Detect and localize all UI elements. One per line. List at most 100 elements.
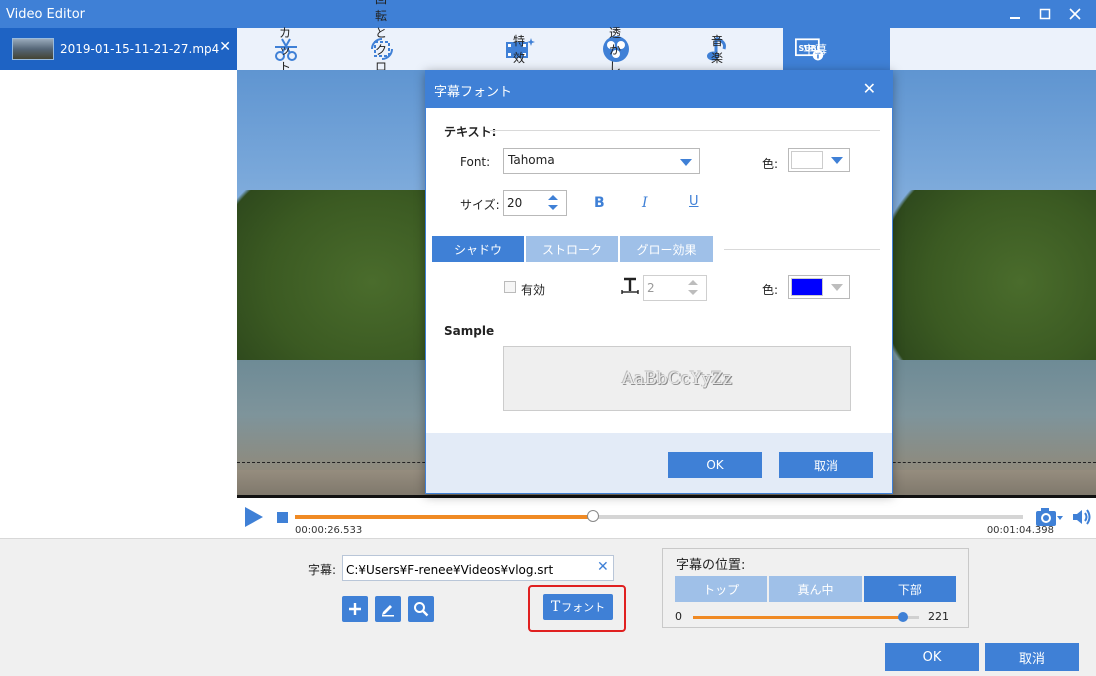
font-label: Font: <box>460 155 491 169</box>
playback-bar: 00:00:26.533 00:01:04.398 <box>237 498 1096 538</box>
dialog-ok-button[interactable]: OK <box>668 452 762 478</box>
position-slider-knob[interactable] <box>898 612 909 622</box>
edit-subtitle-button[interactable] <box>375 596 401 622</box>
italic-button[interactable]: I <box>642 195 648 211</box>
window-controls <box>1000 0 1090 28</box>
increment-icon[interactable] <box>688 280 698 285</box>
tool-cut[interactable]: カット <box>271 26 301 74</box>
bold-button[interactable]: B <box>594 195 605 211</box>
position-bottom-tab[interactable]: 下部 <box>863 576 956 602</box>
add-subtitle-button[interactable] <box>342 596 368 622</box>
effect-section-divider <box>724 249 880 250</box>
minimize-icon <box>1010 17 1020 19</box>
play-icon[interactable] <box>245 507 263 527</box>
video-thumbnail <box>12 38 54 60</box>
dialog-close-icon[interactable]: ✕ <box>863 79 876 98</box>
close-window-button[interactable] <box>1060 0 1090 28</box>
tool-effects-label: 特效 <box>513 34 526 65</box>
tab-stroke[interactable]: ストローク <box>526 236 618 262</box>
text-color-label: 色: <box>762 157 779 171</box>
volume-icon <box>1073 509 1091 525</box>
dialog-cancel-button[interactable]: 取消 <box>779 452 873 478</box>
font-select-value: Tahoma <box>508 153 555 167</box>
subtitle-panel: 字幕: ✕ T フォント 字幕の位置: トップ 真ん中 下部 0 221 OK … <box>0 538 1096 676</box>
tool-watermark-label: 透かし <box>609 25 622 74</box>
shadow-color-swatch <box>791 278 823 296</box>
file-list-panel <box>0 70 237 538</box>
tool-music[interactable]: 音楽 <box>703 28 733 70</box>
dialog-header: 字幕フォント ✕ <box>426 71 892 108</box>
shadow-size-value: 2 <box>647 281 655 295</box>
shadow-size-stepper[interactable]: 2 <box>643 275 707 301</box>
snapshot-button[interactable] <box>1035 506 1063 528</box>
editor-toolbar: カット 回転とクロップ 特效 透かし 音楽 SUBT 字幕 <box>237 0 1096 108</box>
search-icon <box>414 602 429 617</box>
dialog-title: 字幕フォント <box>434 85 513 100</box>
chevron-down-icon <box>831 157 843 164</box>
subtitle-font-dialog: 字幕フォント ✕ テキスト: Font: Tahoma 色: サイズ: 20 B… <box>425 70 893 494</box>
pencil-icon <box>382 605 394 617</box>
maximize-button[interactable] <box>1030 0 1060 28</box>
tool-effects[interactable]: 特效 <box>505 28 535 70</box>
sample-text: AaBbCcYyZz <box>622 368 732 389</box>
ok-button[interactable]: OK <box>885 643 979 671</box>
position-min: 0 <box>675 610 682 623</box>
text-section-title: テキスト: <box>444 125 497 139</box>
size-label: サイズ: <box>460 198 500 212</box>
chevron-down-icon <box>831 284 843 291</box>
search-subtitle-button[interactable] <box>408 596 434 622</box>
position-tabs: トップ 真ん中 下部 <box>675 576 956 602</box>
tool-subtitle[interactable]: SUB T 字幕 <box>783 28 890 70</box>
decrement-icon[interactable] <box>688 290 698 295</box>
timeline-progress <box>295 515 594 519</box>
decrement-icon[interactable] <box>548 205 558 210</box>
tool-rotate-crop[interactable]: 回転とクロップ <box>367 0 397 108</box>
tool-cut-label: カット <box>279 25 292 74</box>
text-section-divider <box>490 130 880 131</box>
effect-tabs: シャドウ ストローク グロー効果 <box>432 236 713 262</box>
timeline-track[interactable] <box>295 515 1023 519</box>
window-title: Video Editor <box>6 6 86 22</box>
file-name: 2019-01-15-11-21-27.mp4 <box>60 42 220 56</box>
close-icon <box>1069 8 1081 20</box>
tool-subtitle-label: 字幕 <box>803 42 828 57</box>
increment-icon[interactable] <box>548 195 558 200</box>
position-slider-fill <box>693 616 904 619</box>
subtitle-file-label: 字幕: <box>308 563 337 577</box>
plus-icon <box>349 603 361 615</box>
position-middle-tab[interactable]: 真ん中 <box>769 576 862 602</box>
enable-shadow-label: 有効 <box>521 283 546 297</box>
font-button-label: フォント <box>561 601 606 614</box>
cancel-button[interactable]: 取消 <box>985 643 1079 671</box>
font-size-stepper[interactable]: 20 <box>503 190 567 216</box>
text-color-swatch <box>791 151 823 169</box>
subtitle-path-input[interactable] <box>342 555 614 581</box>
maximize-icon <box>1039 8 1051 20</box>
font-size-value: 20 <box>507 196 523 210</box>
timeline-scrubber[interactable] <box>587 510 600 522</box>
sample-title: Sample <box>444 324 495 338</box>
tab-glow[interactable]: グロー効果 <box>620 236 713 262</box>
enable-shadow-checkbox[interactable] <box>504 281 516 293</box>
position-top-tab[interactable]: トップ <box>675 576 768 602</box>
stop-icon[interactable] <box>277 512 288 523</box>
text-color-picker[interactable] <box>788 148 850 172</box>
minimize-button[interactable] <box>1000 0 1030 28</box>
tool-watermark[interactable]: 透かし <box>601 26 631 74</box>
position-max: 221 <box>928 610 949 623</box>
font-button[interactable]: T フォント <box>543 594 613 620</box>
current-time: 00:00:26.533 <box>295 525 363 536</box>
file-tab[interactable]: 2019-01-15-11-21-27.mp4 ✕ <box>0 28 237 70</box>
camera-icon <box>1036 508 1063 526</box>
chevron-down-icon <box>680 159 692 166</box>
clear-path-icon[interactable]: ✕ <box>597 559 609 575</box>
underline-button[interactable]: U <box>689 194 699 209</box>
volume-button[interactable] <box>1071 506 1093 528</box>
subtitle-position-group: 字幕の位置: トップ 真ん中 下部 0 221 <box>662 548 969 628</box>
tab-shadow[interactable]: シャドウ <box>432 236 524 262</box>
font-select[interactable]: Tahoma <box>503 148 700 174</box>
close-file-icon[interactable]: ✕ <box>219 39 231 55</box>
position-slider-track[interactable] <box>693 616 919 619</box>
shadow-color-picker[interactable] <box>788 275 850 299</box>
title-bar: Video Editor <box>0 0 1096 28</box>
